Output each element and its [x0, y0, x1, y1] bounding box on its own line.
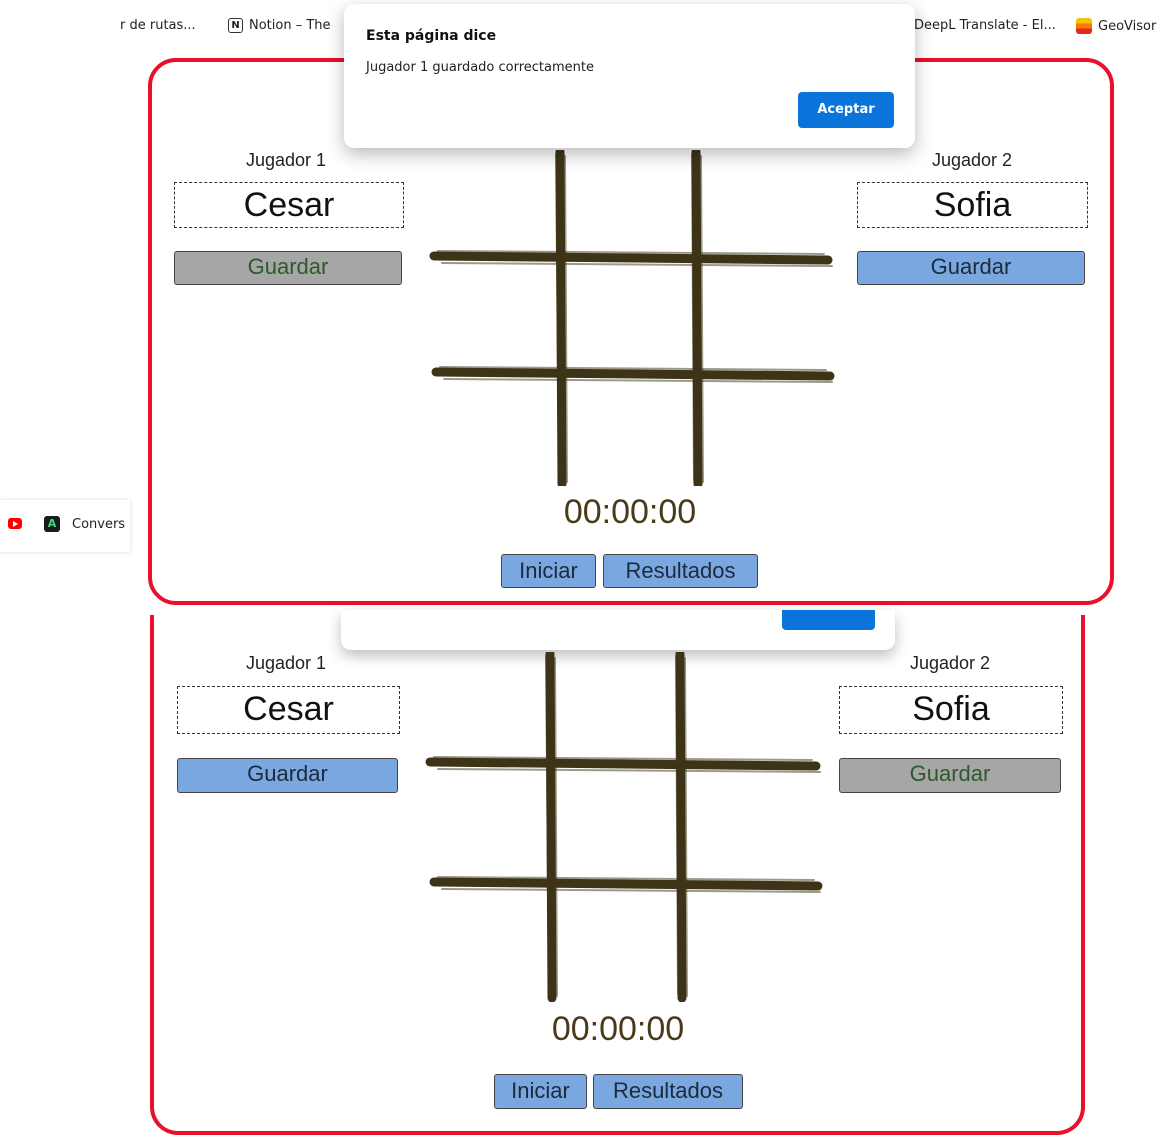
board-line: [429, 877, 823, 891]
results-button[interactable]: Resultados: [603, 554, 758, 588]
bookmark-notion[interactable]: N Notion – The: [228, 18, 331, 33]
bookmark-label: DeepL Translate - El...: [914, 18, 1056, 33]
bookmark-deepl[interactable]: DeepL Translate - El...: [914, 18, 1056, 33]
alert-dialog-partial: [341, 610, 895, 650]
youtube-icon[interactable]: [8, 518, 22, 529]
tictactoe-board[interactable]: [424, 652, 824, 1002]
board-line: [691, 150, 703, 486]
player2-name-field[interactable]: Sofia: [857, 182, 1088, 228]
accept-button[interactable]: Aceptar: [798, 92, 894, 128]
bookmark-rutas[interactable]: r de rutas...: [120, 18, 196, 33]
player2-label: Jugador 2: [909, 653, 991, 673]
start-button[interactable]: Iniciar: [501, 554, 596, 588]
game-timer: 00:00:00: [551, 1010, 685, 1048]
board-line: [545, 652, 557, 1002]
dialog-message: Jugador 1 guardado correctamente: [366, 60, 594, 75]
start-button[interactable]: Iniciar: [494, 1074, 587, 1109]
board-line: [431, 367, 835, 381]
bookmarks-strip: A Convers: [0, 500, 130, 552]
player1-label: Jugador 1: [245, 653, 327, 673]
tictactoe-board[interactable]: [428, 150, 838, 486]
conversor-icon[interactable]: A: [44, 516, 60, 532]
player2-save-button[interactable]: Guardar: [857, 251, 1085, 285]
player2-name-field[interactable]: Sofia: [839, 686, 1063, 734]
player1-save-button[interactable]: Guardar: [174, 251, 402, 285]
bookmark-label: GeoVisor: [1098, 18, 1157, 34]
accept-button-partial[interactable]: [782, 610, 875, 630]
board-line: [675, 652, 687, 1002]
alert-dialog: Esta página dice Jugador 1 guardado corr…: [344, 4, 915, 148]
geovisor-icon: [1076, 18, 1092, 34]
board-line: [429, 251, 833, 265]
board-line: [425, 757, 821, 771]
bookmark-label: r de rutas...: [120, 18, 196, 33]
game-timer: 00:00:00: [563, 493, 697, 531]
player1-save-button[interactable]: Guardar: [177, 758, 398, 793]
player1-label: Jugador 1: [245, 150, 327, 170]
player1-name-field[interactable]: Cesar: [174, 182, 404, 228]
player2-label: Jugador 2: [931, 150, 1013, 170]
results-button[interactable]: Resultados: [593, 1074, 743, 1109]
player2-save-button[interactable]: Guardar: [839, 758, 1061, 793]
bookmark-geovisor[interactable]: GeoVisor: [1076, 18, 1156, 34]
board-line: [555, 150, 567, 486]
player1-name-field[interactable]: Cesar: [177, 686, 400, 734]
bookmark-label: Notion – The: [249, 18, 331, 33]
bookmark-conversor[interactable]: Convers: [72, 517, 125, 532]
notion-icon: N: [228, 18, 243, 33]
dialog-title: Esta página dice: [366, 28, 497, 44]
